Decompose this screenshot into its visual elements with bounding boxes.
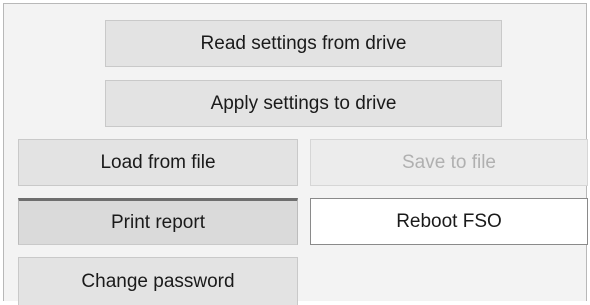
settings-panel: Read settings from drive Apply settings … [3, 3, 588, 305]
read-settings-button[interactable]: Read settings from drive [105, 20, 502, 67]
print-report-button[interactable]: Print report [18, 198, 298, 245]
load-from-file-button[interactable]: Load from file [18, 139, 298, 186]
save-to-file-button: Save to file [310, 139, 588, 186]
apply-settings-button[interactable]: Apply settings to drive [105, 80, 502, 127]
change-password-button[interactable]: Change password [18, 257, 298, 305]
reboot-fso-button[interactable]: Reboot FSO [310, 198, 588, 245]
